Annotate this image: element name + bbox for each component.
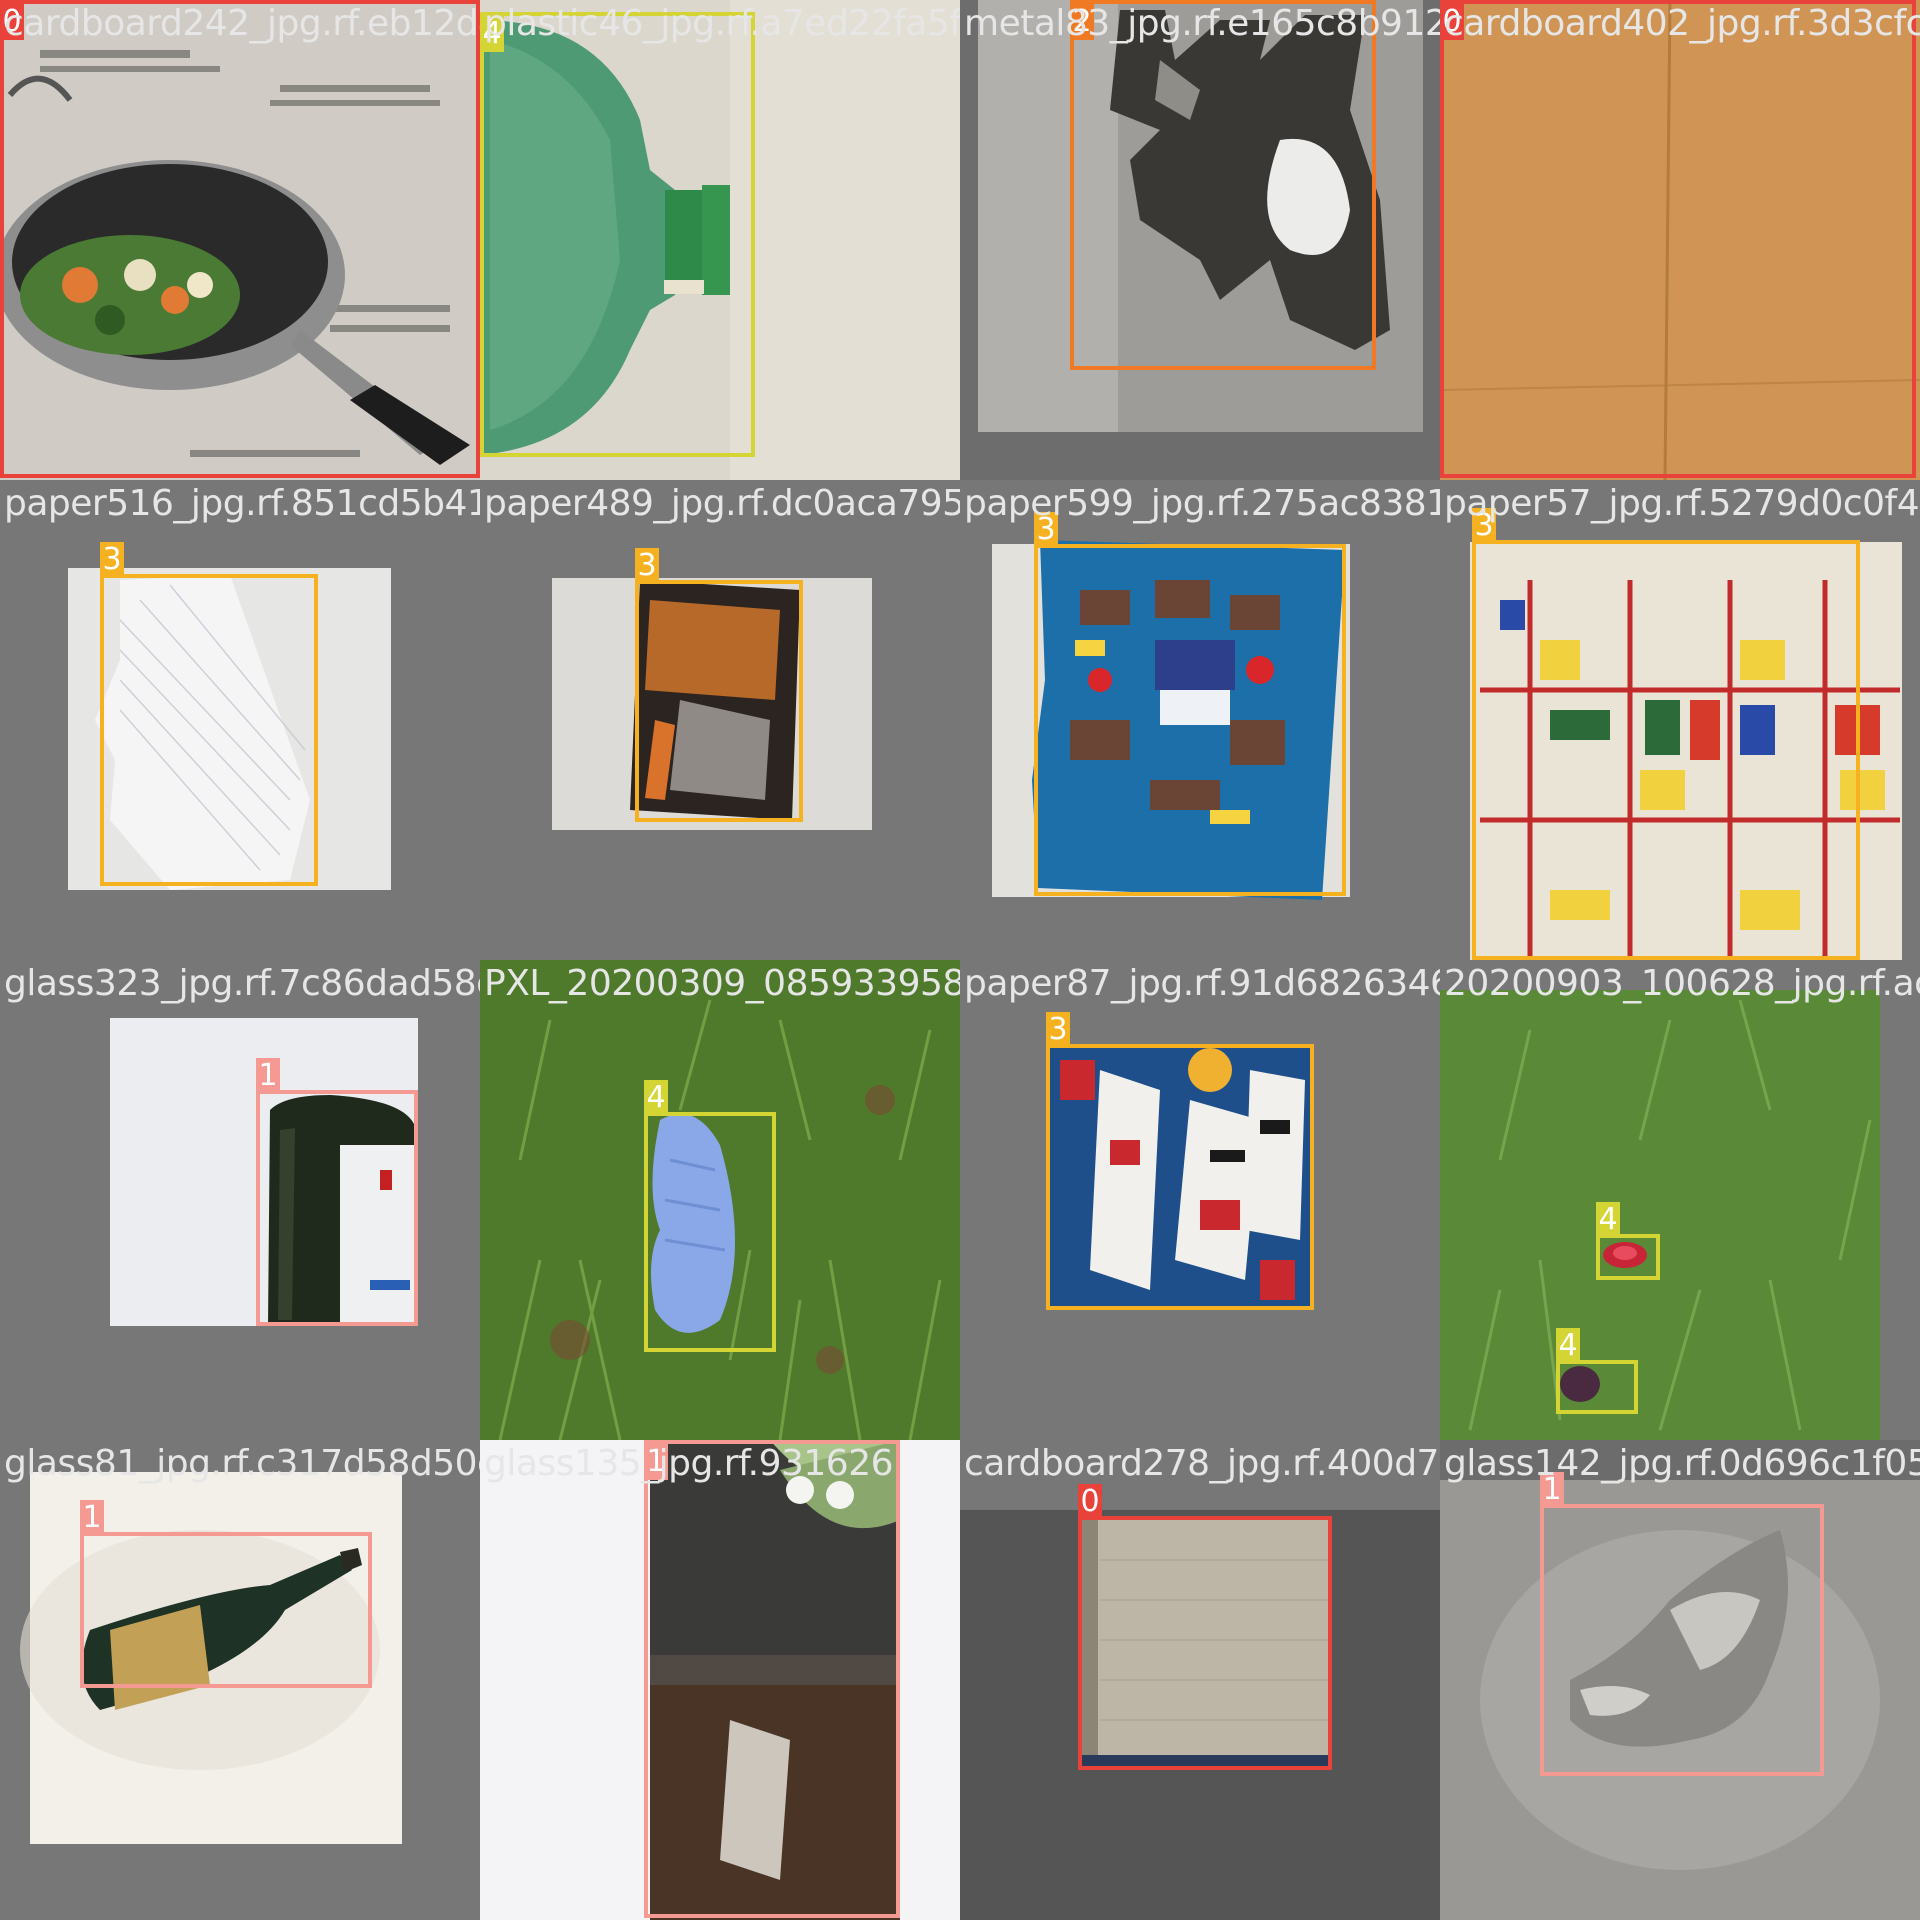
image-filename: cardboard402_jpg.rf.3d3cfca	[1444, 3, 1920, 44]
image-filename: metal83_jpg.rf.e165c8b912	[964, 3, 1440, 44]
class-label: 0	[1078, 1484, 1102, 1520]
image-filename: paper57_jpg.rf.5279d0c0f4	[1444, 483, 1920, 524]
image-tile: 1 glass81_jpg.rf.c317d58d50c	[0, 1440, 480, 1920]
image-filename: glass142_jpg.rf.0d696c1f05a	[1444, 1443, 1920, 1484]
image-tile: 3 paper516_jpg.rf.851cd5b41b	[0, 480, 480, 960]
image-filename: paper516_jpg.rf.851cd5b41b	[4, 483, 480, 524]
bounding-box: 4	[644, 1080, 776, 1352]
image-tile: 4 PXL_20200309_085933958	[480, 960, 960, 1440]
image-tile: 4 4 20200903_100628_jpg.rf.ac	[1440, 960, 1920, 1440]
image-filename: 20200903_100628_jpg.rf.ac	[1444, 963, 1920, 1004]
image-tile: 3 paper599_jpg.rf.275ac83814	[960, 480, 1440, 960]
image-filename: plastic46_jpg.rf.a7ed22fa5f4	[484, 3, 960, 44]
bounding-box: 1	[1540, 1472, 1824, 1776]
image-filename: cardboard278_jpg.rf.400d73	[964, 1443, 1440, 1484]
image-tile: 4 plastic46_jpg.rf.a7ed22fa5f4	[480, 0, 960, 480]
class-label: 3	[100, 542, 124, 578]
class-label: 4	[1596, 1202, 1620, 1238]
bounding-box: 0	[0, 0, 480, 478]
image-tile: 3 paper489_jpg.rf.dc0aca795b	[480, 480, 960, 960]
class-label: 1	[256, 1058, 280, 1094]
bounding-box: 3	[1046, 1012, 1314, 1310]
image-tile: 3 paper57_jpg.rf.5279d0c0f4	[1440, 480, 1920, 960]
image-tile: 0 cardboard402_jpg.rf.3d3cfca	[1440, 0, 1920, 480]
bounding-box: 2	[1070, 0, 1376, 370]
image-tile: 3 paper87_jpg.rf.91d68263462	[960, 960, 1440, 1440]
bounding-box: 0	[1440, 0, 1916, 478]
bounding-box: 1	[256, 1058, 418, 1326]
bounding-box: 4	[480, 12, 755, 457]
image-filename: cardboard242_jpg.rf.eb12d4	[4, 3, 480, 44]
image-filename: glass135_jpg.rf.931626	[484, 1443, 894, 1484]
image-tile: 1 glass323_jpg.rf.7c86dad58c	[0, 960, 480, 1440]
image-filename: glass81_jpg.rf.c317d58d50c	[4, 1443, 480, 1484]
image-tile: 0 cardboard278_jpg.rf.400d73	[960, 1440, 1440, 1920]
image-filename: paper599_jpg.rf.275ac83814	[964, 483, 1440, 524]
image-filename: paper87_jpg.rf.91d68263462	[964, 963, 1440, 1004]
class-label: 1	[80, 1500, 104, 1536]
class-label: 4	[1556, 1328, 1580, 1364]
bounding-box: 3	[100, 542, 318, 886]
bounding-box: 3	[635, 548, 803, 822]
image-filename: PXL_20200309_085933958	[484, 963, 960, 1004]
tile-image	[1440, 960, 1920, 1440]
detection-mosaic: 0 cardboard242_jpg.rf.eb12d4 4 plastic46…	[0, 0, 1920, 1920]
image-filename: paper489_jpg.rf.dc0aca795b	[484, 483, 960, 524]
bounding-box: 3	[1472, 508, 1860, 960]
bounding-box: 3	[1034, 512, 1346, 896]
class-label: 4	[644, 1080, 668, 1116]
image-filename: glass323_jpg.rf.7c86dad58c	[4, 963, 480, 1004]
image-tile: 2 metal83_jpg.rf.e165c8b912	[960, 0, 1440, 480]
image-tile: 1 glass135_jpg.rf.931626	[480, 1440, 960, 1920]
bounding-box: 1	[644, 1440, 900, 1918]
class-label: 3	[635, 548, 659, 584]
bounding-box: 0	[1078, 1484, 1332, 1770]
class-label: 3	[1046, 1012, 1070, 1048]
bounding-box: 1	[80, 1500, 372, 1688]
bounding-box: 4	[1596, 1202, 1660, 1280]
image-tile: 1 glass142_jpg.rf.0d696c1f05a	[1440, 1440, 1920, 1920]
image-tile: 0 cardboard242_jpg.rf.eb12d4	[0, 0, 480, 480]
bounding-box: 4	[1556, 1328, 1638, 1414]
